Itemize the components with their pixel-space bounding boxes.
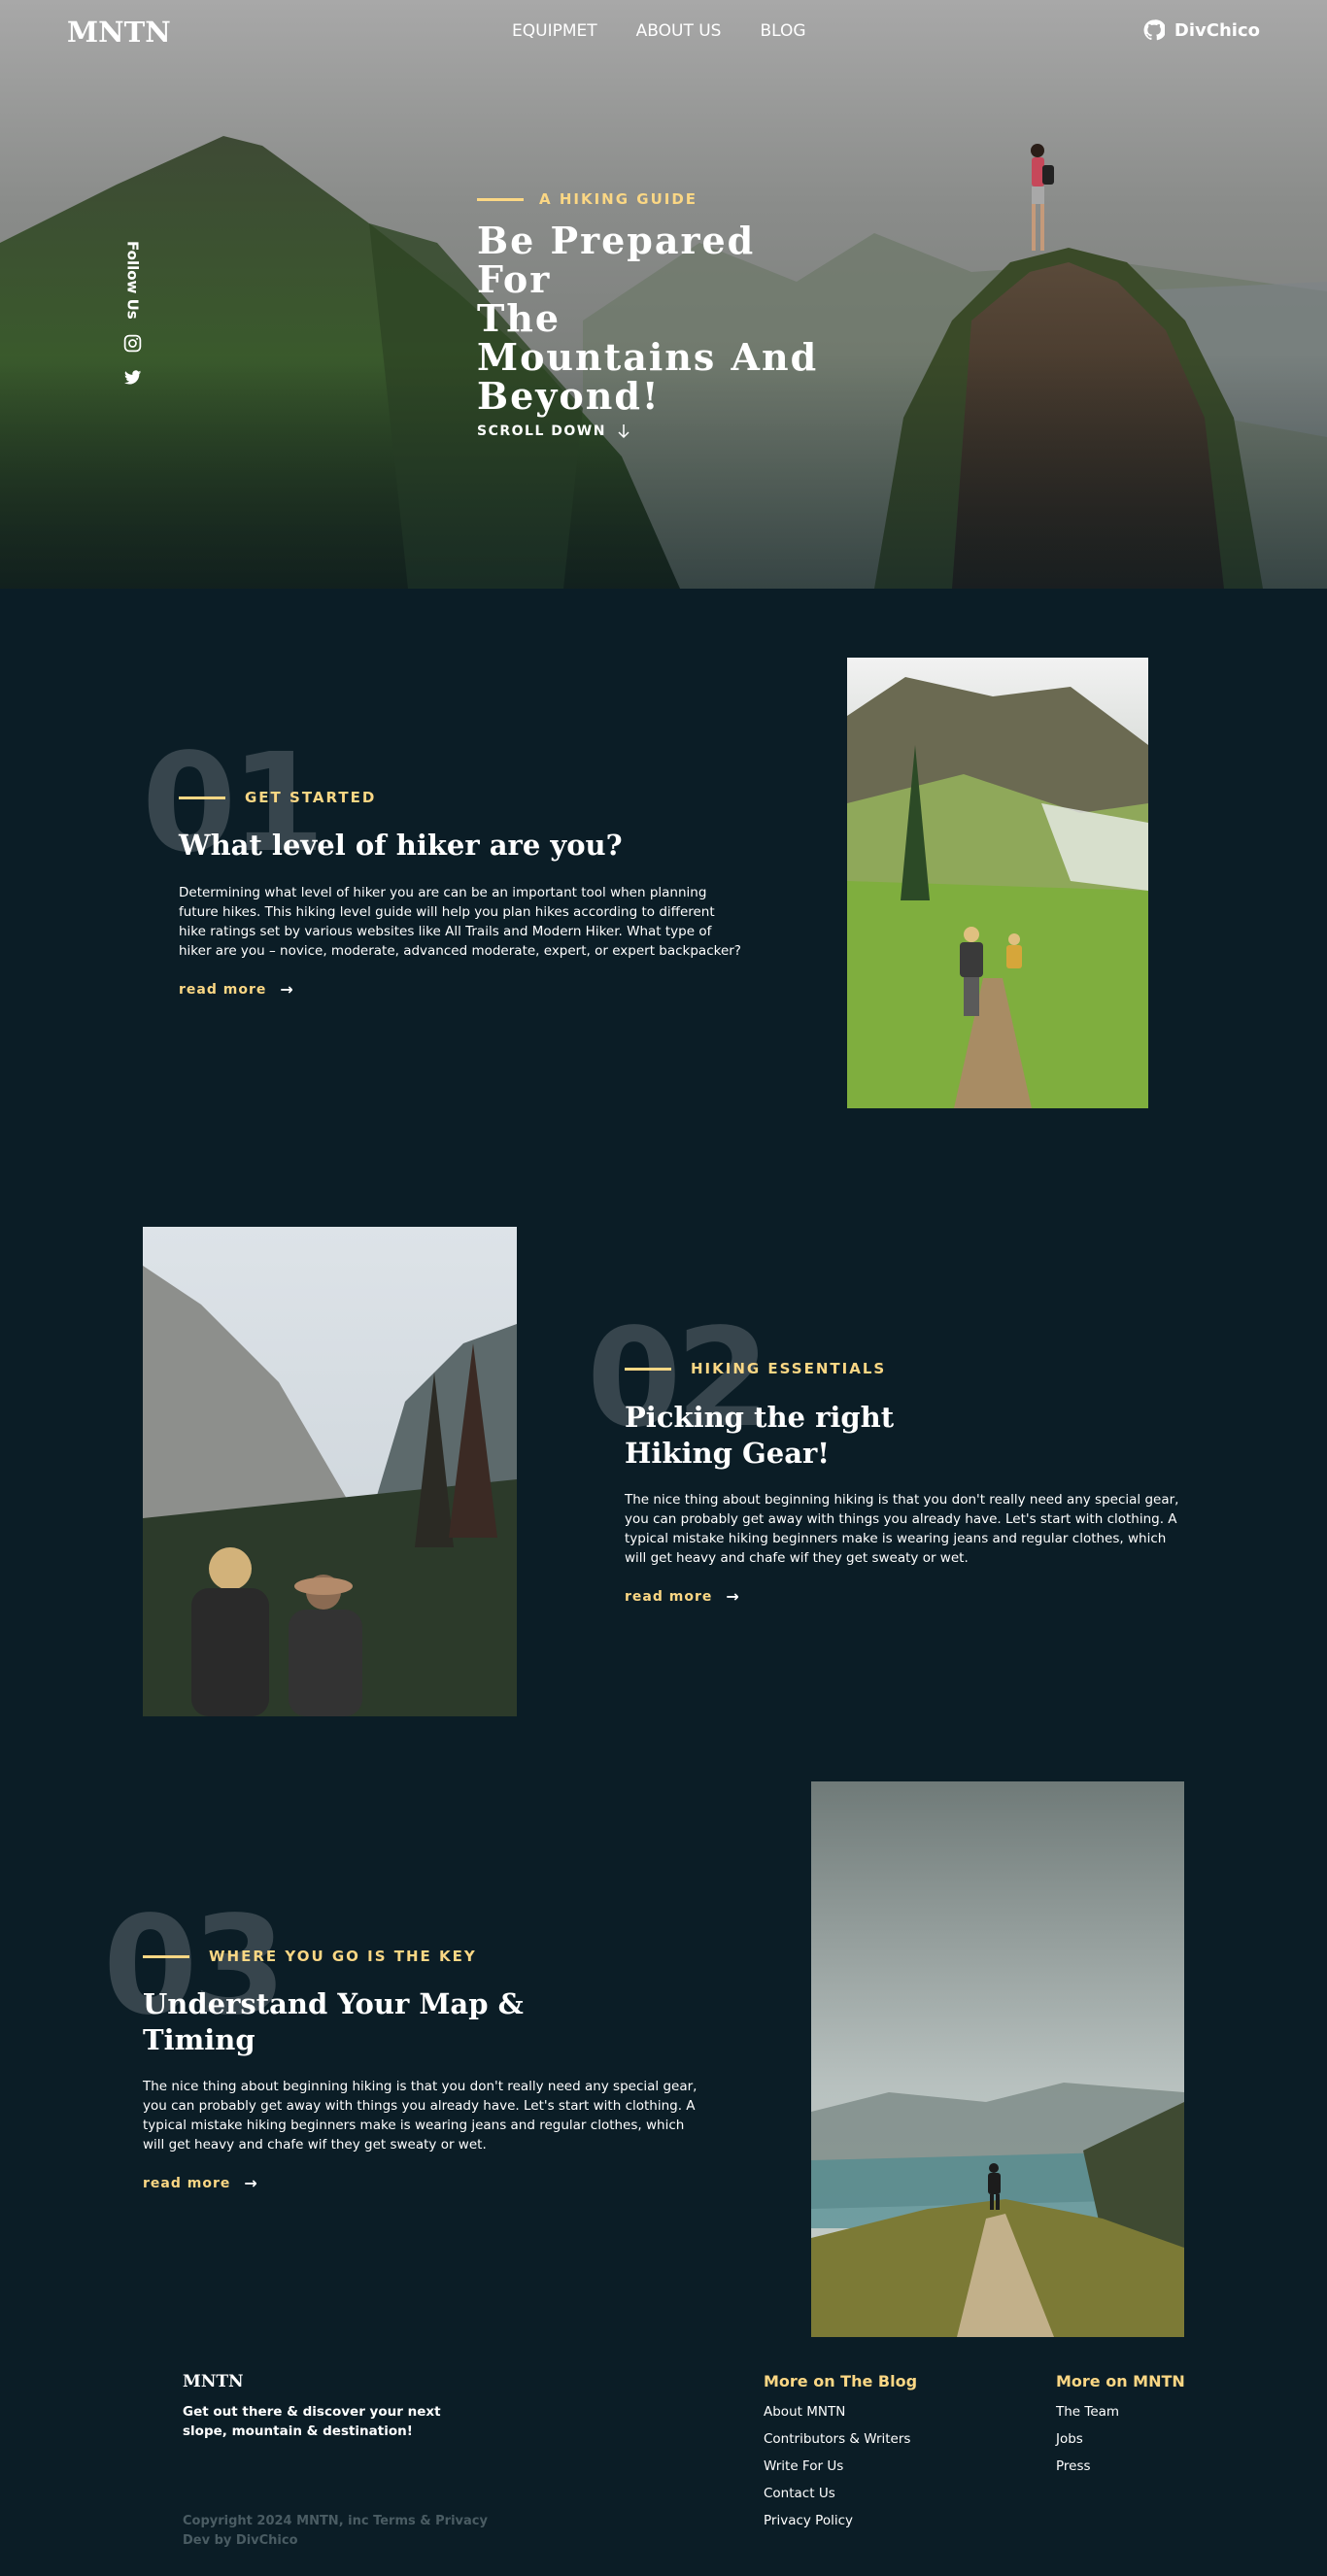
section-body: The nice thing about beginning hiking is… xyxy=(625,1492,1179,1566)
arrow-right-icon: → xyxy=(244,2174,258,2192)
footer-logo[interactable]: MNTN xyxy=(183,2372,244,2391)
footer-link-press[interactable]: Press xyxy=(1056,2457,1185,2484)
hero-title: Be Prepared For The Mountains And Beyond… xyxy=(477,221,827,416)
section-eyebrow: WHERE YOU GO IS THE KEY xyxy=(143,1948,477,1965)
hiker-ridge-photo xyxy=(811,1781,1184,2337)
section-eyebrow-label: HIKING ESSENTIALS xyxy=(691,1360,887,1377)
accent-bar xyxy=(625,1367,671,1371)
hero-title-line: The xyxy=(477,296,561,340)
github-link[interactable]: DivChico xyxy=(1143,19,1260,41)
nav-link-blog[interactable]: BLOG xyxy=(760,21,805,41)
section-body: Determining what level of hiker you are … xyxy=(179,885,741,959)
twitter-icon[interactable] xyxy=(122,367,143,388)
footer-link-about[interactable]: About MNTN xyxy=(764,2402,917,2429)
github-icon xyxy=(1143,19,1165,41)
follow-us: Follow Us xyxy=(122,241,143,388)
hero-title-line: Mountains And xyxy=(477,335,819,379)
section-eyebrow-label: GET STARTED xyxy=(245,789,377,806)
main-nav: EQUIPMET ABOUT US BLOG xyxy=(512,21,806,41)
section-eyebrow-label: WHERE YOU GO IS THE KEY xyxy=(209,1948,477,1965)
instagram-icon[interactable] xyxy=(122,333,143,354)
hero-copy: A HIKING GUIDE Be Prepared For The Mount… xyxy=(477,190,827,439)
section-title: Understand Your Map & Timing xyxy=(143,1987,524,2056)
nav-link-equipment[interactable]: EQUIPMET xyxy=(512,21,597,41)
footer-tagline: Get out there & discover your next slope… xyxy=(183,2404,441,2439)
scroll-down-label: SCROLL DOWN xyxy=(477,424,606,439)
footer-link-team[interactable]: The Team xyxy=(1056,2402,1185,2429)
footer-mntn-column: More on MNTN The Team Jobs Press xyxy=(1056,2372,1185,2484)
read-more-label: read more xyxy=(179,981,267,998)
scroll-down-link[interactable]: SCROLL DOWN xyxy=(477,424,827,439)
accent-bar xyxy=(477,197,524,201)
dev-credit: Dev by DivChico xyxy=(183,2533,298,2548)
section-title: Picking the right Hiking Gear! xyxy=(625,1401,895,1470)
arrow-down-icon xyxy=(618,424,629,439)
follow-us-label: Follow Us xyxy=(123,241,142,320)
accent-bar xyxy=(179,796,225,799)
footer-link-write-for-us[interactable]: Write For Us xyxy=(764,2457,917,2484)
read-more-link[interactable]: read more → xyxy=(179,980,294,999)
nav-link-about-us[interactable]: ABOUT US xyxy=(636,21,722,41)
footer-mntn-heading: More on MNTN xyxy=(1056,2372,1185,2390)
footer-link-contact[interactable]: Contact Us xyxy=(764,2484,917,2511)
hero-title-line: Be Prepared For xyxy=(477,219,756,301)
accent-bar xyxy=(143,1954,189,1958)
hero-title-line: Beyond! xyxy=(477,374,661,418)
footer-copyright: Copyright 2024 MNTN, inc Terms & Privacy… xyxy=(183,2512,488,2551)
footer-link-jobs[interactable]: Jobs xyxy=(1056,2429,1185,2457)
site-logo[interactable]: MNTN xyxy=(67,16,171,49)
read-more-link[interactable]: read more → xyxy=(625,1587,740,1606)
section-title: What level of hiker are you? xyxy=(179,829,623,862)
read-more-label: read more xyxy=(143,2175,231,2191)
arrow-right-icon: → xyxy=(726,1587,740,1606)
copyright-text: Copyright 2024 MNTN, inc Terms & Privacy xyxy=(183,2514,488,2528)
hikers-trail-photo xyxy=(847,658,1148,1108)
hikers-canyon-photo xyxy=(143,1227,517,1716)
read-more-link[interactable]: read more → xyxy=(143,2174,258,2192)
footer-blog-column: More on The Blog About MNTN Contributors… xyxy=(764,2372,917,2538)
github-label: DivChico xyxy=(1174,19,1260,41)
section-eyebrow: HIKING ESSENTIALS xyxy=(625,1360,886,1377)
hero: MNTN EQUIPMET ABOUT US BLOG DivChico Fol… xyxy=(0,0,1327,589)
arrow-right-icon: → xyxy=(280,980,294,999)
hero-eyebrow: A HIKING GUIDE xyxy=(477,190,827,208)
section-eyebrow: GET STARTED xyxy=(179,789,376,806)
footer-blog-heading: More on The Blog xyxy=(764,2372,918,2390)
footer-link-privacy[interactable]: Privacy Policy xyxy=(764,2511,917,2538)
read-more-label: read more xyxy=(625,1588,713,1605)
hero-eyebrow-label: A HIKING GUIDE xyxy=(539,190,698,208)
footer-link-contributors[interactable]: Contributors & Writers xyxy=(764,2429,917,2457)
section-body: The nice thing about beginning hiking is… xyxy=(143,2079,698,2152)
